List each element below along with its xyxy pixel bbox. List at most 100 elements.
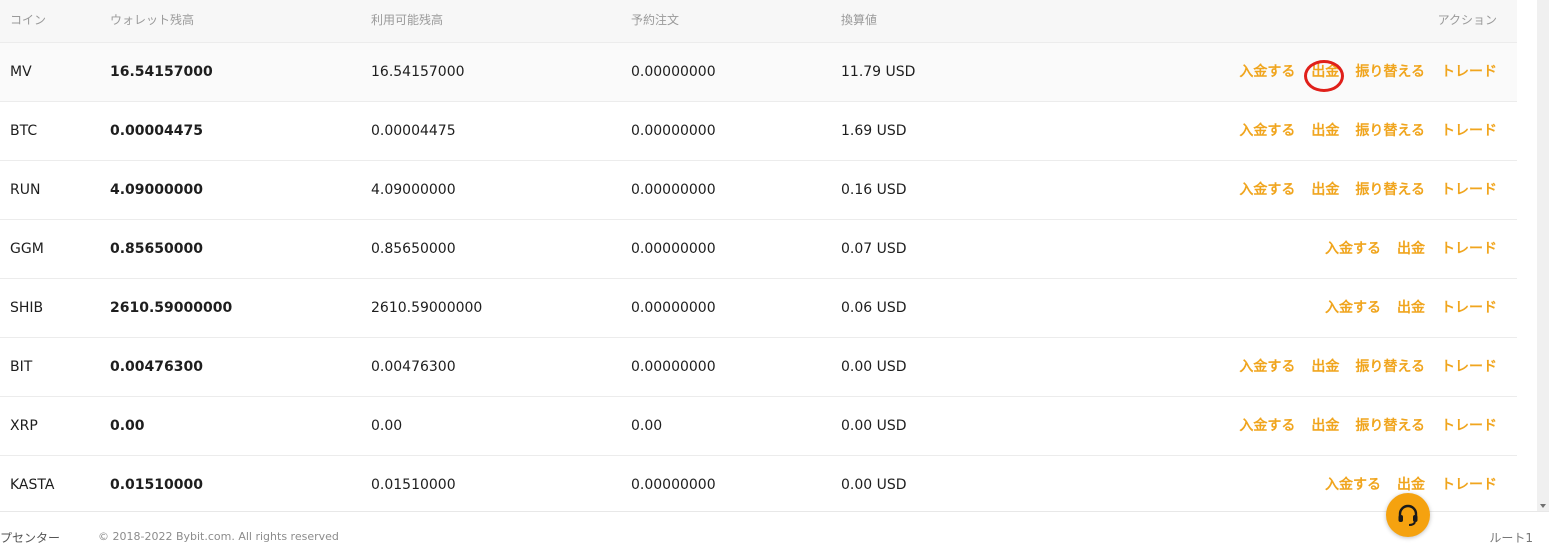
trade-button[interactable]: トレード xyxy=(1441,102,1497,160)
withdraw-button[interactable]: 出金 xyxy=(1311,161,1339,219)
scroll-down-arrow-icon[interactable] xyxy=(1540,504,1546,508)
deposit-button[interactable]: 入金する xyxy=(1325,279,1381,337)
transfer-button[interactable]: 振り替える xyxy=(1355,397,1425,455)
available-balance-cell: 0.85650000 xyxy=(371,241,456,257)
column-header-wallet-balance: ウォレット残高 xyxy=(110,13,195,27)
available-balance-cell: 4.09000000 xyxy=(371,182,456,198)
wallet-balance-cell: 0.01510000 xyxy=(110,477,203,493)
table-row: XRP 0.00 0.00 0.00 0.00 USD 入金する 出金 振り替える トレード xyxy=(0,397,1517,456)
column-header-coin: コイン xyxy=(10,13,47,27)
available-balance-cell: 2610.59000000 xyxy=(371,300,483,316)
trade-button[interactable]: トレード xyxy=(1441,279,1497,337)
trade-button[interactable]: トレード xyxy=(1441,161,1497,219)
coin-cell: KASTA xyxy=(10,477,55,493)
column-header-actions: アクション xyxy=(1437,13,1497,27)
scrollbar-thumb[interactable] xyxy=(1539,10,1547,490)
available-balance-cell: 0.00004475 xyxy=(371,123,456,139)
available-balance-cell: 0.01510000 xyxy=(371,477,456,493)
row-actions: 入金する 出金 振り替える トレード xyxy=(1239,338,1497,396)
column-header-converted-value: 換算値 xyxy=(841,13,878,27)
table-body: MV 16.54157000 16.54157000 0.00000000 11.79 … xyxy=(0,43,1517,511)
coin-cell: MV xyxy=(10,64,32,80)
reserved-orders-cell: 0.00000000 xyxy=(631,182,716,198)
wallet-balance-cell: 4.09000000 xyxy=(110,182,203,198)
transfer-button[interactable]: 振り替える xyxy=(1355,102,1425,160)
reserved-orders-cell: 0.00000000 xyxy=(631,359,716,375)
reserved-orders-cell: 0.00000000 xyxy=(631,300,716,316)
withdraw-button[interactable]: 出金 xyxy=(1397,220,1425,278)
headset-icon xyxy=(1398,504,1418,526)
reserved-orders-cell: 0.00000000 xyxy=(631,123,716,139)
assets-page: コイン ウォレット残高 利用可能残高 予約注文 換算値 アクション MV 16.5… xyxy=(0,0,1549,557)
spot-assets-table: コイン ウォレット残高 利用可能残高 予約注文 換算値 アクション MV 16.5… xyxy=(0,0,1517,511)
coin-cell: BIT xyxy=(10,359,33,375)
table-row: SHIB 2610.59000000 2610.59000000 0.00000000… xyxy=(0,279,1517,338)
reserved-orders-cell: 0.00 xyxy=(631,418,663,434)
column-header-reserved-orders: 予約注文 xyxy=(631,13,680,27)
transfer-button[interactable]: 振り替える xyxy=(1355,161,1425,219)
row-actions: 入金する 出金 振り替える トレード xyxy=(1239,43,1497,101)
table-row: GGM 0.85650000 0.85650000 0.00000000 0.07 US… xyxy=(0,220,1517,279)
converted-value-cell: 1.69 USD xyxy=(841,123,907,139)
reserved-orders-cell: 0.00000000 xyxy=(631,477,716,493)
withdraw-button[interactable]: 出金 xyxy=(1397,279,1425,337)
trade-button[interactable]: トレード xyxy=(1441,397,1497,455)
row-actions: 入金する 出金 トレード xyxy=(1325,220,1497,278)
deposit-button[interactable]: 入金する xyxy=(1239,397,1295,455)
coin-cell: BTC xyxy=(10,123,38,139)
withdraw-button[interactable]: 出金 xyxy=(1304,43,1345,101)
coin-cell: GGM xyxy=(10,241,44,257)
deposit-button[interactable]: 入金する xyxy=(1325,456,1381,511)
converted-value-cell: 0.00 USD xyxy=(841,418,907,434)
reserved-orders-cell: 0.00000000 xyxy=(631,64,716,80)
deposit-button[interactable]: 入金する xyxy=(1239,43,1295,101)
page-footer: プセンター © 2018-2022 Bybit.com. All rights … xyxy=(0,511,1549,557)
converted-value-cell: 0.06 USD xyxy=(841,300,907,316)
coin-cell: XRP xyxy=(10,418,38,434)
row-actions: 入金する 出金 振り替える トレード xyxy=(1239,102,1497,160)
trade-button[interactable]: トレード xyxy=(1441,220,1497,278)
table-row: BIT 0.00476300 0.00476300 0.00000000 0.00 US… xyxy=(0,338,1517,397)
table-row: BTC 0.00004475 0.00004475 0.00000000 1.69 US… xyxy=(0,102,1517,161)
reserved-orders-cell: 0.00000000 xyxy=(631,241,716,257)
transfer-button[interactable]: 振り替える xyxy=(1355,338,1425,396)
vertical-scrollbar[interactable] xyxy=(1537,0,1549,511)
deposit-button[interactable]: 入金する xyxy=(1239,161,1295,219)
coin-cell: SHIB xyxy=(10,300,44,316)
converted-value-cell: 0.00 USD xyxy=(841,477,907,493)
converted-value-cell: 11.79 USD xyxy=(841,64,916,80)
converted-value-cell: 0.00 USD xyxy=(841,359,907,375)
withdraw-button[interactable]: 出金 xyxy=(1311,102,1339,160)
table-header: コイン ウォレット残高 利用可能残高 予約注文 換算値 アクション xyxy=(0,0,1517,43)
trade-button[interactable]: トレード xyxy=(1441,43,1497,101)
wallet-balance-cell: 2610.59000000 xyxy=(110,300,233,316)
wallet-balance-cell: 0.85650000 xyxy=(110,241,203,257)
customer-support-button[interactable] xyxy=(1386,493,1430,537)
wallet-balance-cell: 0.00 xyxy=(110,418,145,434)
copyright-text: © 2018-2022 Bybit.com. All rights reserv… xyxy=(98,530,339,543)
wallet-balance-cell: 16.54157000 xyxy=(110,64,213,80)
row-actions: 入金する 出金 トレード xyxy=(1325,279,1497,337)
available-balance-cell: 16.54157000 xyxy=(371,64,465,80)
help-center-link[interactable]: プセンター xyxy=(0,529,60,546)
table-row: MV 16.54157000 16.54157000 0.00000000 11.79 … xyxy=(0,43,1517,102)
converted-value-cell: 0.07 USD xyxy=(841,241,907,257)
transfer-button[interactable]: 振り替える xyxy=(1355,43,1425,101)
wallet-balance-cell: 0.00004475 xyxy=(110,123,203,139)
row-actions: 入金する 出金 振り替える トレード xyxy=(1239,161,1497,219)
converted-value-cell: 0.16 USD xyxy=(841,182,907,198)
deposit-button[interactable]: 入金する xyxy=(1325,220,1381,278)
wallet-balance-cell: 0.00476300 xyxy=(110,359,203,375)
deposit-button[interactable]: 入金する xyxy=(1239,338,1295,396)
coin-cell: RUN xyxy=(10,182,41,198)
deposit-button[interactable]: 入金する xyxy=(1239,102,1295,160)
withdraw-button[interactable]: 出金 xyxy=(1311,338,1339,396)
withdraw-button[interactable]: 出金 xyxy=(1311,397,1339,455)
trade-button[interactable]: トレード xyxy=(1441,456,1497,511)
route-selector[interactable]: ルート1 xyxy=(1489,529,1533,546)
available-balance-cell: 0.00 xyxy=(371,418,403,434)
available-balance-cell: 0.00476300 xyxy=(371,359,456,375)
trade-button[interactable]: トレード xyxy=(1441,338,1497,396)
row-actions: 入金する 出金 振り替える トレード xyxy=(1239,397,1497,455)
column-header-available-balance: 利用可能残高 xyxy=(371,13,444,27)
